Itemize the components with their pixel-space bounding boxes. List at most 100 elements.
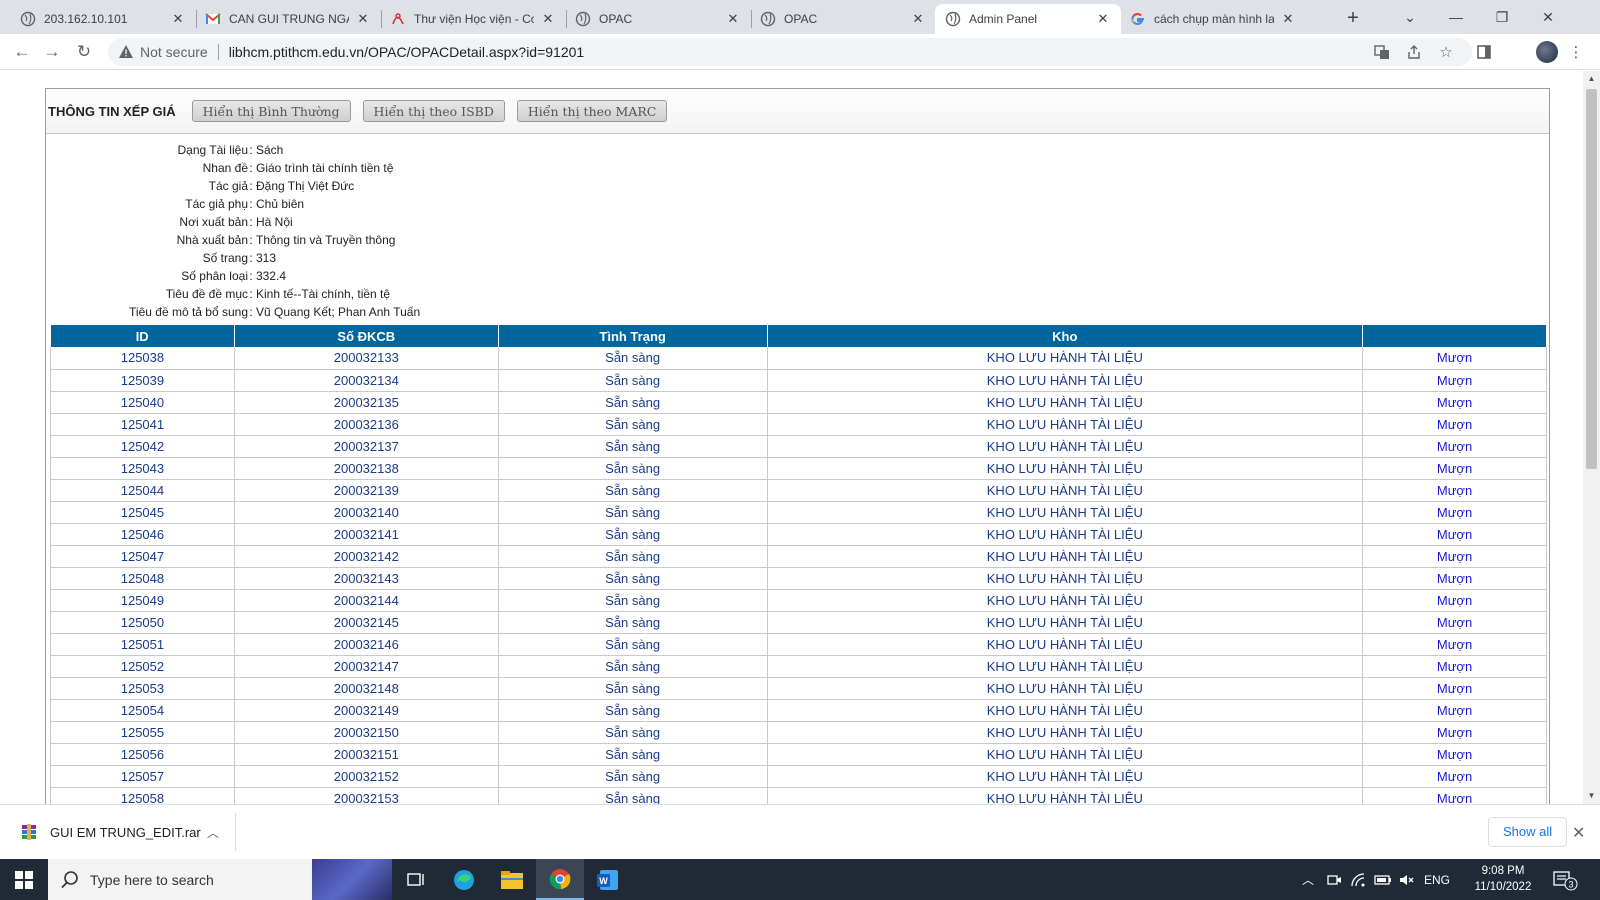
detail-row: Dạng Tài liệu: Sách xyxy=(46,141,646,159)
cell-storage: KHO LƯU HÀNH TÀI LIỆU xyxy=(767,391,1364,414)
cell-registration-number: 200032135 xyxy=(234,391,499,414)
chrome-icon[interactable] xyxy=(536,859,584,900)
borrow-link[interactable]: Mượn xyxy=(1362,765,1547,788)
borrow-link[interactable]: Mượn xyxy=(1362,743,1547,766)
browser-tab[interactable]: 203.162.10.101 ✕ xyxy=(10,4,196,34)
browser-tab[interactable]: Admin Panel ✕ xyxy=(935,4,1121,34)
address-bar[interactable]: Not secure libhcm.ptithcm.edu.vn/OPAC/OP… xyxy=(108,38,1472,66)
detail-row: Số trang:313 xyxy=(46,249,646,267)
cell-id: 125052 xyxy=(50,655,235,678)
borrow-link[interactable]: Mượn xyxy=(1362,501,1547,524)
url-text[interactable]: libhcm.ptithcm.edu.vn/OPAC/OPACDetail.as… xyxy=(229,44,585,60)
file-explorer-icon[interactable] xyxy=(488,859,536,900)
globe-icon xyxy=(575,11,591,27)
show-isbd-button[interactable]: Hiển thị theo ISBD xyxy=(362,100,505,122)
close-tab-icon[interactable]: ✕ xyxy=(1280,11,1296,27)
close-window-icon[interactable]: ✕ xyxy=(1528,4,1568,30)
borrow-link[interactable]: Mượn xyxy=(1362,457,1547,480)
close-tab-icon[interactable]: ✕ xyxy=(725,11,741,27)
cell-registration-number: 200032137 xyxy=(234,435,499,458)
borrow-link[interactable]: Mượn xyxy=(1362,633,1547,656)
edge-icon[interactable] xyxy=(440,859,488,900)
word-icon[interactable]: W xyxy=(584,859,632,900)
column-header-action xyxy=(1362,325,1547,347)
cell-storage: KHO LƯU HÀNH TÀI LIỆU xyxy=(767,589,1364,612)
close-download-bar-icon[interactable]: ✕ xyxy=(1572,823,1585,843)
detail-label: Dạng Tài liệu xyxy=(177,143,249,157)
taskbar-search-placeholder: Type here to search xyxy=(90,871,214,888)
share-icon[interactable] xyxy=(1404,42,1424,62)
detail-row: Tác giả: Đặng Thị Việt Đức xyxy=(46,177,646,195)
close-tab-icon[interactable]: ✕ xyxy=(1095,11,1111,27)
borrow-link[interactable]: Mượn xyxy=(1362,787,1547,804)
borrow-link[interactable]: Mượn xyxy=(1362,567,1547,590)
borrow-link[interactable]: Mượn xyxy=(1362,589,1547,612)
bookmark-star-icon[interactable]: ☆ xyxy=(1436,42,1456,62)
borrow-link[interactable]: Mượn xyxy=(1362,655,1547,678)
minimize-icon[interactable]: — xyxy=(1436,4,1476,30)
profile-avatar[interactable] xyxy=(1536,41,1558,63)
browser-tab[interactable]: Thư viện Học viện - Cơ ✕ xyxy=(380,4,566,34)
restore-icon[interactable]: ❐ xyxy=(1482,4,1522,30)
browser-tab[interactable]: OPAC ✕ xyxy=(565,4,751,34)
show-all-downloads-button[interactable]: Show all xyxy=(1488,817,1568,847)
browser-tab[interactable]: CAN GUI TRUNG NGAY ✕ xyxy=(195,4,381,34)
scroll-up-icon[interactable]: ▲ xyxy=(1583,71,1600,87)
download-item[interactable]: GUI EM TRUNG_EDIT.rar ︿ xyxy=(10,813,236,851)
borrow-link[interactable]: Mượn xyxy=(1362,435,1547,458)
download-file-name[interactable]: GUI EM TRUNG_EDIT.rar xyxy=(50,825,203,840)
cell-registration-number: 200032153 xyxy=(234,787,499,804)
borrow-link[interactable]: Mượn xyxy=(1362,479,1547,502)
notifications-icon[interactable]: 3 xyxy=(1552,859,1578,900)
meet-now-icon[interactable] xyxy=(1326,859,1342,900)
translate-icon[interactable] xyxy=(1372,42,1392,62)
chevron-up-icon[interactable]: ︿ xyxy=(203,824,223,841)
side-panel-icon[interactable] xyxy=(1474,42,1494,62)
borrow-link[interactable]: Mượn xyxy=(1362,391,1547,414)
borrow-link[interactable]: Mượn xyxy=(1362,523,1547,546)
detail-value: Hà Nội xyxy=(256,215,293,229)
scroll-down-icon[interactable]: ▼ xyxy=(1583,788,1600,804)
new-tab-button[interactable]: + xyxy=(1340,6,1366,32)
menu-icon[interactable]: ⋮ xyxy=(1566,42,1586,62)
borrow-link[interactable]: Mượn xyxy=(1362,369,1547,392)
cell-id: 125053 xyxy=(50,677,235,700)
taskbar-clock[interactable]: 9:08 PM 11/10/2022 xyxy=(1468,863,1538,895)
taskbar-search-box[interactable]: Type here to search xyxy=(48,859,392,900)
cell-storage: KHO LƯU HÀNH TÀI LIỆU xyxy=(767,699,1364,722)
page-scrollbar[interactable]: ▲ ▼ xyxy=(1583,71,1600,804)
tab-search-icon[interactable]: ⌄ xyxy=(1390,4,1430,30)
wifi-icon[interactable] xyxy=(1350,859,1366,900)
forward-icon[interactable]: → xyxy=(40,40,64,64)
show-normal-button[interactable]: Hiển thị Bình Thường xyxy=(191,100,351,122)
borrow-link[interactable]: Mượn xyxy=(1362,721,1547,744)
borrow-link[interactable]: Mượn xyxy=(1362,545,1547,568)
task-view-icon[interactable] xyxy=(392,859,440,900)
cell-status: Sẵn sàng xyxy=(498,765,768,788)
close-tab-icon[interactable]: ✕ xyxy=(170,11,186,27)
borrow-link[interactable]: Mượn xyxy=(1362,347,1547,370)
borrow-link[interactable]: Mượn xyxy=(1362,611,1547,634)
browser-tab[interactable]: cách chụp màn hình laptop ✕ xyxy=(1120,4,1306,34)
cell-id: 125049 xyxy=(50,589,235,612)
cell-status: Sẵn sàng xyxy=(498,567,768,590)
close-tab-icon[interactable]: ✕ xyxy=(910,11,926,27)
browser-tab[interactable]: OPAC ✕ xyxy=(750,4,936,34)
borrow-link[interactable]: Mượn xyxy=(1362,699,1547,722)
borrow-link[interactable]: Mượn xyxy=(1362,677,1547,700)
language-indicator[interactable]: ENG xyxy=(1424,859,1450,900)
show-hidden-icons[interactable]: ︿ xyxy=(1302,859,1314,900)
table-row: 125054 200032149 Sẵn sàng KHO LƯU HÀNH TÀI … xyxy=(50,699,1547,722)
volume-muted-icon[interactable] xyxy=(1398,859,1414,900)
cell-storage: KHO LƯU HÀNH TÀI LIỆU xyxy=(767,677,1364,700)
windows-start-icon[interactable] xyxy=(0,859,48,900)
back-icon[interactable]: ← xyxy=(10,40,34,64)
show-marc-button[interactable]: Hiển thị theo MARC xyxy=(516,100,668,122)
scroll-thumb[interactable] xyxy=(1586,89,1597,469)
close-tab-icon[interactable]: ✕ xyxy=(540,11,556,27)
security-label[interactable]: Not secure xyxy=(140,44,208,60)
battery-icon[interactable] xyxy=(1374,859,1392,900)
borrow-link[interactable]: Mượn xyxy=(1362,413,1547,436)
close-tab-icon[interactable]: ✕ xyxy=(355,11,371,27)
reload-icon[interactable]: ↻ xyxy=(72,40,96,64)
